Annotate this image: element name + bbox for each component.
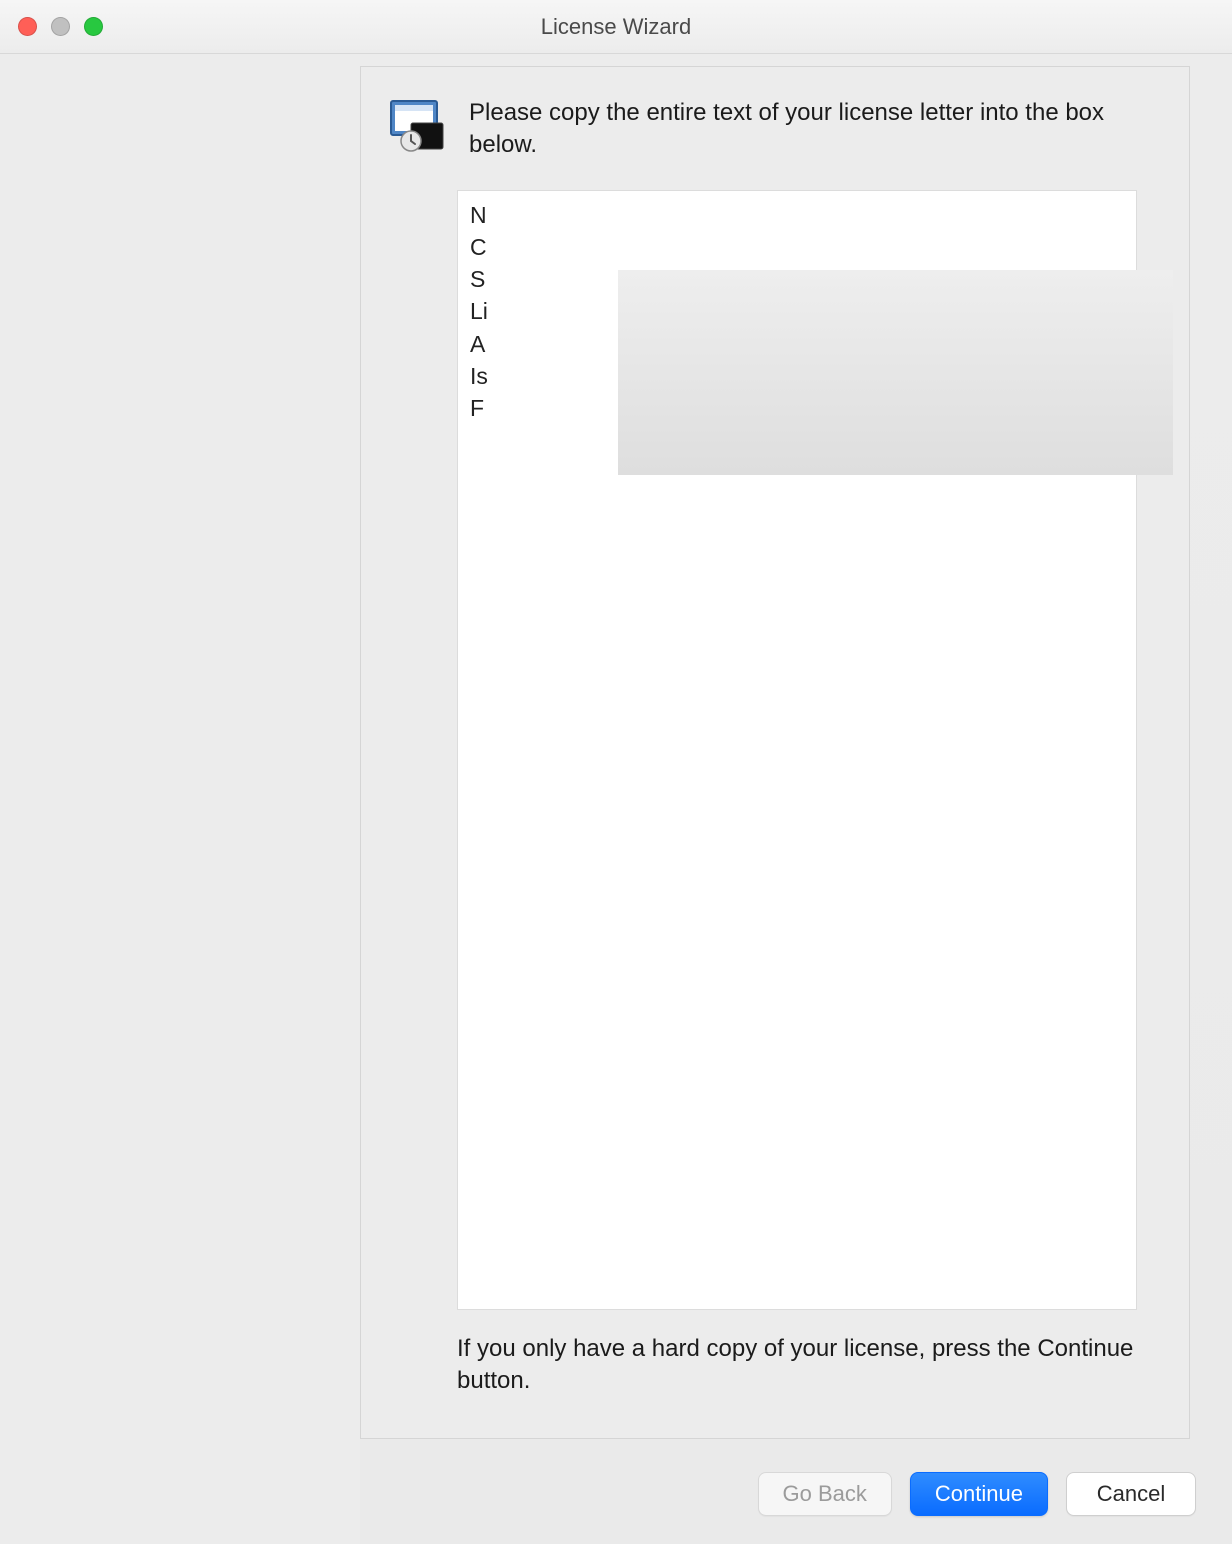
license-input[interactable] <box>457 190 1137 1310</box>
dialog-buttons: Go Back Continue Cancel <box>758 1472 1196 1516</box>
sidebar-placeholder <box>0 54 360 1544</box>
footer-note: If you only have a hard copy of your lic… <box>457 1333 1137 1398</box>
license-textarea-wrap <box>457 190 1153 1315</box>
minimize-icon <box>51 17 70 36</box>
app-wizard-icon <box>389 97 447 155</box>
content-panel: Please copy the entire text of your lice… <box>360 66 1190 1439</box>
zoom-icon[interactable] <box>84 17 103 36</box>
cancel-button[interactable]: Cancel <box>1066 1472 1196 1516</box>
window-title: License Wizard <box>541 14 691 40</box>
instruction-text: Please copy the entire text of your lice… <box>469 97 1161 162</box>
header-row: Please copy the entire text of your lice… <box>361 67 1189 172</box>
titlebar: License Wizard <box>0 0 1232 54</box>
close-icon[interactable] <box>18 17 37 36</box>
continue-button[interactable]: Continue <box>910 1472 1048 1516</box>
traffic-lights <box>18 17 103 36</box>
go-back-button: Go Back <box>758 1472 892 1516</box>
license-wizard-window: License Wizard Please copy the entire te… <box>0 0 1232 1544</box>
